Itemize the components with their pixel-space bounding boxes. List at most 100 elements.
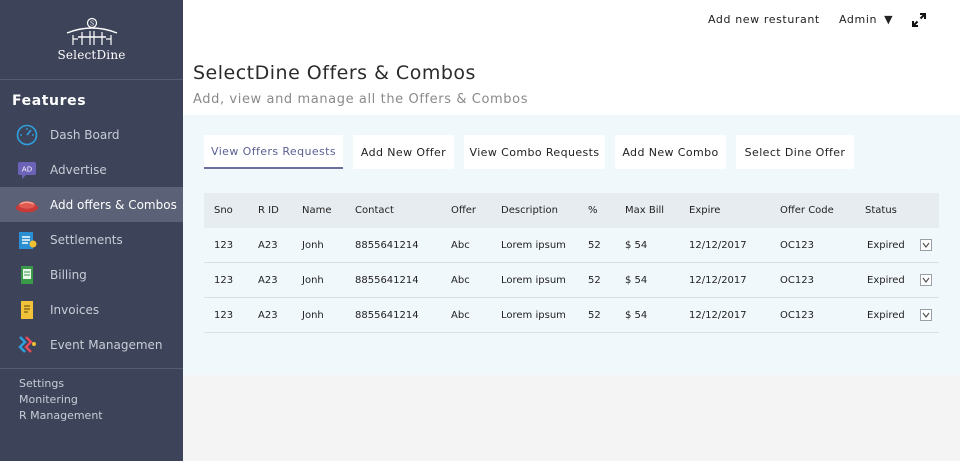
status-dropdown[interactable] [919, 309, 932, 321]
cell-sno: 123 [214, 239, 234, 251]
tab-add-new-offer[interactable]: Add New Offer [353, 135, 454, 169]
cell-offer-code: OC123 [780, 309, 814, 321]
cell-offer: Abc [451, 239, 470, 251]
brand-logo[interactable]: S SelectDine [0, 0, 183, 80]
r-management-link[interactable]: R Management [19, 408, 164, 424]
column-header: Sno [214, 205, 233, 216]
tab-add-new-combo[interactable]: Add New Combo [615, 135, 726, 169]
sidebar-item-settlements[interactable]: Settlements [0, 222, 183, 257]
sidebar-section-title: Features [12, 93, 87, 109]
cell-offer: Abc [451, 274, 470, 286]
column-header: R ID [258, 205, 279, 216]
sidebar-item-label: Add offers & Combos [50, 197, 177, 212]
sidebar-item-event-management[interactable]: Event Managemen [0, 327, 183, 362]
sidebar-item-label: Invoices [50, 302, 100, 317]
offers-icon [15, 194, 39, 216]
cell-max-bill: $ 54 [625, 274, 648, 286]
tab-view-combo-requests[interactable]: View Combo Requests [464, 135, 605, 169]
expand-icon[interactable] [912, 12, 926, 31]
billing-icon [15, 264, 39, 286]
column-header: Contact [355, 205, 394, 216]
sidebar-bottom-links: Settings Monitering R Management [0, 369, 183, 431]
status-text: Expired [867, 240, 905, 251]
cell-contact: 8855641214 [355, 274, 419, 286]
svg-text:S: S [89, 21, 93, 28]
sidebar: S SelectDine Features Dash Board AD Adve… [0, 0, 183, 461]
tab-view-offers-requests[interactable]: View Offers Requests [204, 135, 343, 169]
sidebar-item-label: Settlements [50, 232, 123, 247]
sidebar-item-label: Dash Board [50, 127, 120, 142]
cell-description: Lorem ipsum [501, 239, 566, 251]
cell-sno: 123 [214, 274, 234, 286]
cell-status: Expired [867, 274, 932, 286]
cell-sno: 123 [214, 309, 234, 321]
cell-percent: 52 [588, 309, 601, 321]
sidebar-item-billing[interactable]: Billing [0, 257, 183, 292]
admin-menu[interactable]: Admin ▼ [839, 13, 893, 26]
monitoring-link[interactable]: Monitering [19, 392, 164, 408]
page-subtitle: Add, view and manage all the Offers & Co… [193, 92, 529, 107]
logo-icon: S [66, 17, 117, 45]
cell-expire: 12/12/2017 [689, 309, 747, 321]
sidebar-item-label: Event Managemen [50, 337, 163, 352]
sidebar-item-advertise[interactable]: AD Advertise [0, 152, 183, 187]
cell-contact: 8855641214 [355, 309, 419, 321]
chevron-down-icon: ▼ [884, 13, 894, 26]
cell-name: Jonh [302, 309, 324, 321]
status-text: Expired [867, 310, 905, 321]
settlements-icon [15, 229, 39, 251]
cell-rid: A23 [258, 309, 278, 321]
add-restaurant-link[interactable]: Add new resturant [708, 13, 820, 26]
cell-offer-code: OC123 [780, 239, 814, 251]
cell-status: Expired [867, 239, 932, 251]
status-dropdown[interactable] [919, 274, 932, 286]
column-header: Expire [689, 205, 721, 216]
ad-icon: AD [15, 159, 39, 181]
sidebar-item-invoices[interactable]: Invoices [0, 292, 183, 327]
column-header: Name [302, 205, 332, 216]
table-header: Sno R ID Name Contact Offer Description … [204, 193, 939, 228]
cell-description: Lorem ipsum [501, 309, 566, 321]
column-header: Description [501, 205, 558, 216]
cell-description: Lorem ipsum [501, 274, 566, 286]
svg-text:AD: AD [22, 165, 32, 173]
cell-status: Expired [867, 309, 932, 321]
status-text: Expired [867, 275, 905, 286]
table-row: 123 A23 Jonh 8855641214 Abc Lorem ipsum … [204, 263, 939, 298]
event-icon [15, 334, 39, 356]
cell-rid: A23 [258, 239, 278, 251]
column-header: Offer [451, 205, 477, 216]
admin-label: Admin [839, 13, 878, 26]
sidebar-item-label: Billing [50, 267, 87, 282]
sidebar-item-label: Advertise [50, 162, 107, 177]
cell-name: Jonh [302, 274, 324, 286]
cell-name: Jonh [302, 239, 324, 251]
chevron-down-icon [922, 242, 930, 248]
dashboard-icon [15, 124, 39, 146]
cell-max-bill: $ 54 [625, 239, 648, 251]
page-title: SelectDine Offers & Combos [193, 62, 476, 84]
status-dropdown[interactable] [919, 239, 932, 251]
cell-max-bill: $ 54 [625, 309, 648, 321]
chevron-down-icon [922, 312, 930, 318]
column-header: Offer Code [780, 205, 834, 216]
sidebar-item-offers[interactable]: Add offers & Combos [0, 187, 183, 222]
settings-link[interactable]: Settings [19, 376, 164, 392]
cell-expire: 12/12/2017 [689, 274, 747, 286]
chevron-down-icon [922, 277, 930, 283]
invoices-icon [15, 299, 39, 321]
topbar: Add new resturant Admin ▼ [183, 0, 960, 42]
cell-contact: 8855641214 [355, 239, 419, 251]
page-header: SelectDine Offers & Combos Add, view and… [183, 42, 960, 115]
cell-expire: 12/12/2017 [689, 239, 747, 251]
main-content: View Offers Requests Add New Offer View … [183, 115, 960, 375]
cell-percent: 52 [588, 274, 601, 286]
cell-offer: Abc [451, 309, 470, 321]
column-header: Max Bill [625, 205, 665, 216]
sidebar-item-dashboard[interactable]: Dash Board [0, 117, 183, 152]
tab-bar: View Offers Requests Add New Offer View … [204, 135, 864, 169]
cell-offer-code: OC123 [780, 274, 814, 286]
tab-select-dine-offer[interactable]: Select Dine Offer [736, 135, 854, 169]
logo-text: SelectDine [57, 48, 126, 62]
table-row: 123 A23 Jonh 8855641214 Abc Lorem ipsum … [204, 228, 939, 263]
